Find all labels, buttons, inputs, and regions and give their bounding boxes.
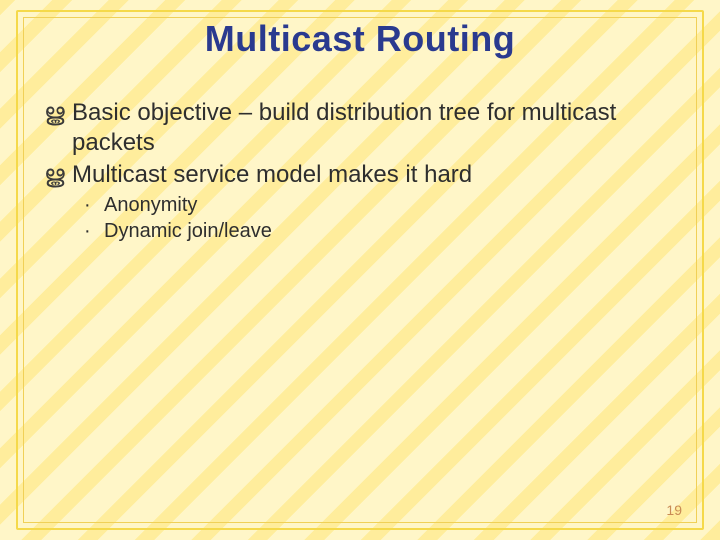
dot-bullet-icon: · (84, 218, 104, 244)
sub-bullet-item: ·Dynamic join/leave (44, 218, 676, 244)
sub-bullet-item: ·Anonymity (44, 192, 676, 218)
dot-bullet-icon: · (84, 192, 104, 218)
bullet-item: ൠMulticast service model makes it hard (44, 160, 676, 190)
bullet-text: Basic objective – build distribution tre… (72, 99, 616, 156)
bullet-item: ൠBasic objective – build distribution tr… (44, 98, 676, 158)
decorative-frame (16, 10, 704, 530)
sub-bullet-text: Anonymity (104, 194, 197, 216)
slide-content: ൠBasic objective – build distribution tr… (44, 96, 676, 244)
page-number: 19 (666, 502, 682, 518)
swirl-bullet-icon: ൠ (44, 98, 72, 128)
slide-title: Multicast Routing (0, 18, 720, 60)
bullet-text: Multicast service model makes it hard (72, 161, 472, 188)
sub-bullet-text: Dynamic join/leave (104, 220, 272, 242)
swirl-bullet-icon: ൠ (44, 160, 72, 190)
stripe-background (0, 0, 720, 540)
slide: Multicast Routing ൠBasic objective – bui… (0, 0, 720, 540)
